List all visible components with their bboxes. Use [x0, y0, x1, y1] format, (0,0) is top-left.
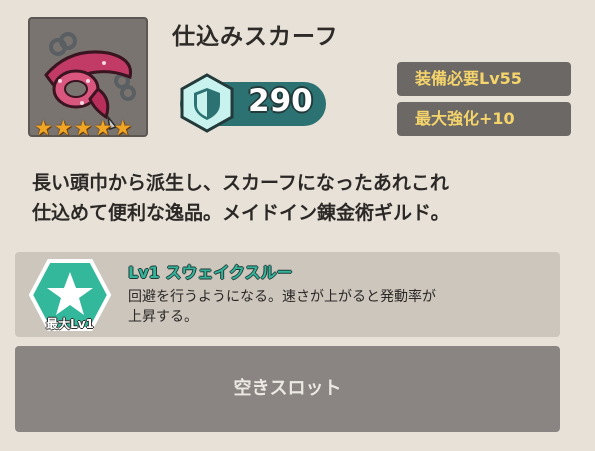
skill-max-level-label: 最大Lv1	[46, 317, 94, 331]
shield-icon	[180, 73, 234, 133]
star-icon: ★	[34, 116, 53, 140]
description-line: 長い頭巾から派生し、スカーフになったあれこれ	[32, 172, 449, 194]
item-name: 仕込みスカーフ	[172, 24, 339, 50]
defense-value: 290	[248, 83, 313, 119]
star-icon: ★	[53, 116, 73, 140]
skill-description-line: 回避を行うようになる。速さが上がると発動率が	[128, 289, 436, 305]
star-icon: ★	[93, 116, 113, 140]
required-level-badge: 装備必要Lv55	[397, 62, 571, 96]
item-description: 長い頭巾から派生し、スカーフになったあれこれ 仕込めて便利な逸品。メイドイン錬金…	[32, 168, 572, 228]
skill-description-line: 上昇する。	[128, 309, 198, 325]
star-icon: ★	[113, 116, 133, 140]
empty-slot-label[interactable]: 空きスロット	[15, 346, 560, 432]
rarity-stars: ★ ★ ★ ★ ★	[34, 116, 133, 140]
skill-title: Lv1 スウェイクスルー	[128, 263, 293, 282]
max-enhance-badge: 最大強化+10	[397, 102, 571, 136]
skill-description: 回避を行うようになる。速さが上がると発動率が 上昇する。	[128, 287, 548, 327]
star-icon: ★	[73, 116, 93, 140]
description-line: 仕込めて便利な逸品。メイドイン錬金術ギルド。	[32, 202, 450, 224]
